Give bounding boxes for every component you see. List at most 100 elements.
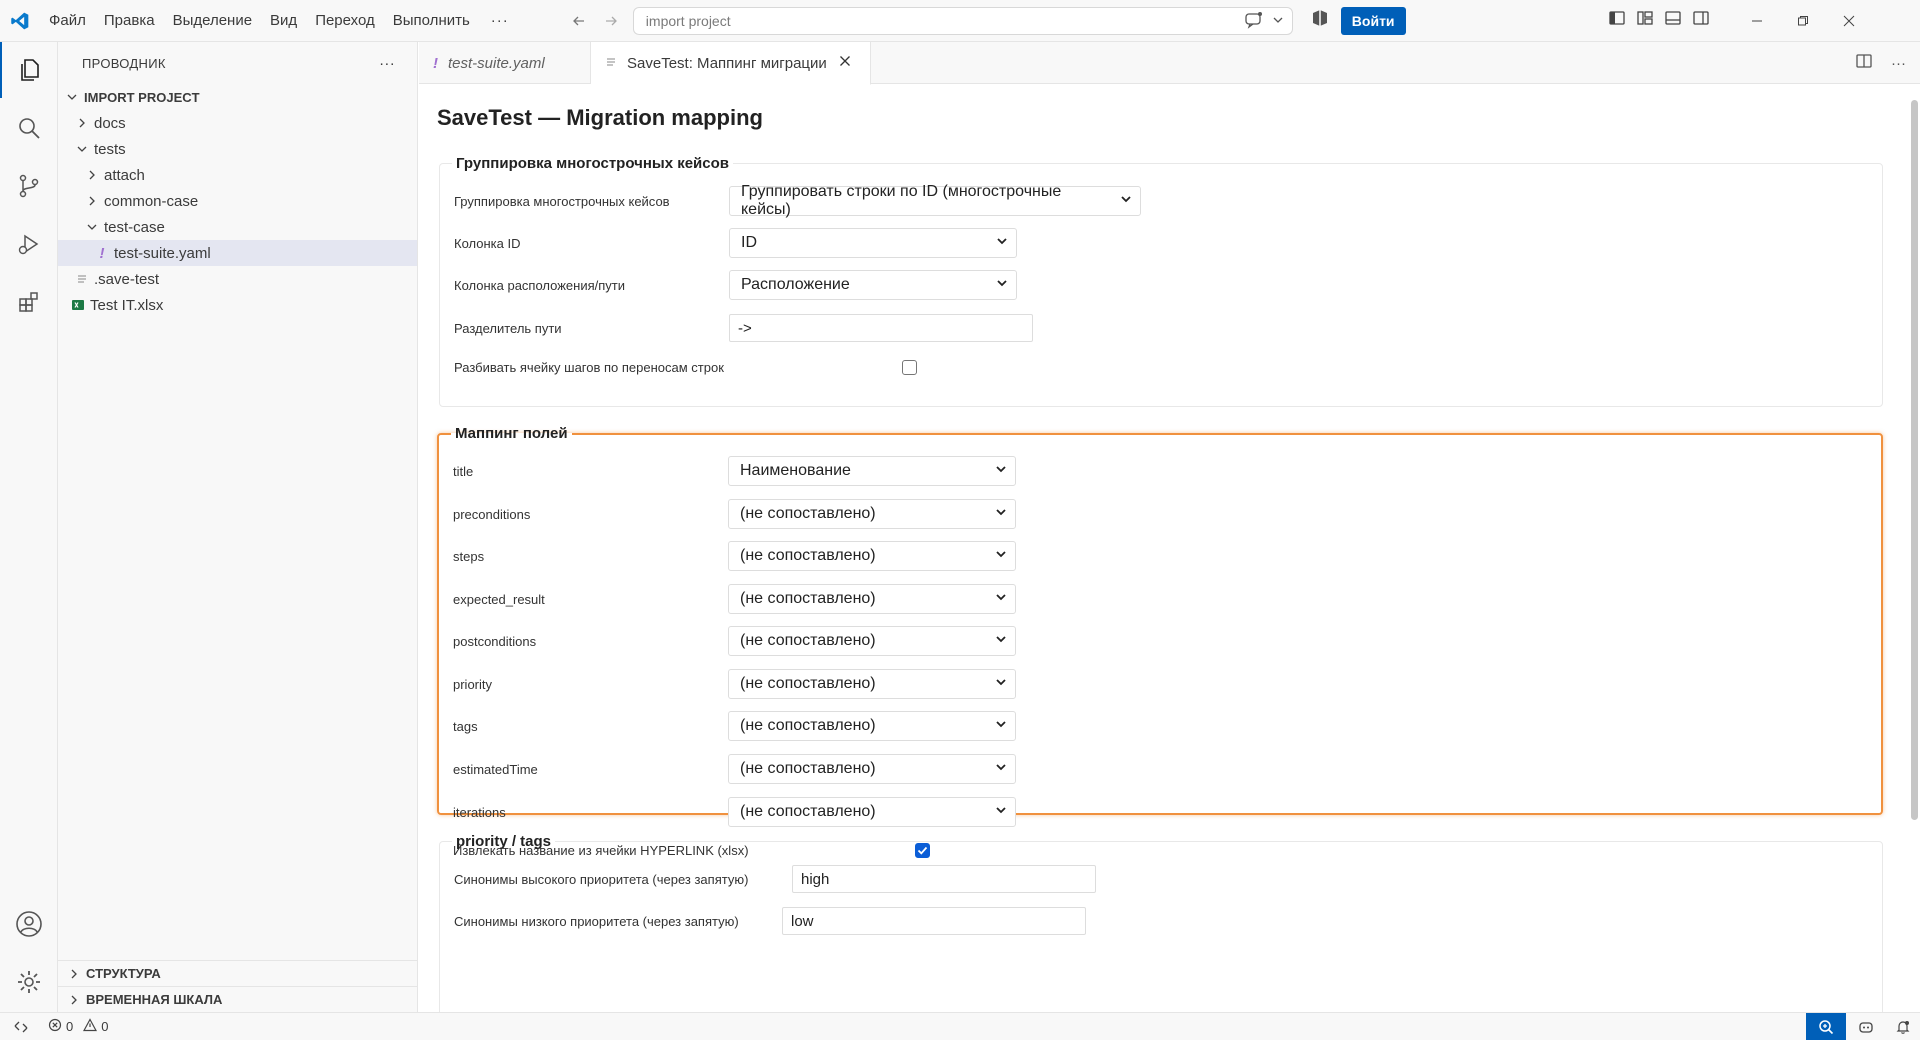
account-icon[interactable] xyxy=(0,896,58,952)
chevron-down-icon xyxy=(74,141,90,157)
restore-icon[interactable] xyxy=(1780,0,1826,42)
mapping-select-priority[interactable]: (не сопоставлено) xyxy=(728,669,1016,699)
mapping-label: estimatedTime xyxy=(453,761,538,777)
close-window-icon[interactable] xyxy=(1826,0,1872,42)
close-tab-icon[interactable] xyxy=(839,54,851,72)
yaml-file-icon: ! xyxy=(99,244,105,262)
chevron-down-icon xyxy=(1120,192,1132,210)
mapping-select-estimated-time[interactable]: (не сопоставлено) xyxy=(728,754,1016,784)
mapping-select-postconditions[interactable]: (не сопоставлено) xyxy=(728,626,1016,656)
source-control-icon[interactable] xyxy=(0,158,58,214)
command-center-text: import project xyxy=(645,12,731,29)
remote-indicator-icon[interactable] xyxy=(0,1013,42,1041)
mapping-row-preconditions: preconditions (не сопоставлено) xyxy=(453,499,1016,529)
extensions-icon[interactable] xyxy=(0,274,58,330)
tree-item-docs[interactable]: docs xyxy=(58,110,417,136)
tree-item-label: test-case xyxy=(104,218,165,236)
tree-item-attach[interactable]: attach xyxy=(58,162,417,188)
editor-more-button[interactable]: ··· xyxy=(1891,55,1906,72)
toggle-secondary-sidebar-icon[interactable] xyxy=(1692,9,1710,32)
low-priority-input[interactable]: low xyxy=(782,907,1086,935)
tree-item-label: tests xyxy=(94,140,126,158)
explorer-more-button[interactable]: ··· xyxy=(379,55,395,72)
tree-project-label: IMPORT PROJECT xyxy=(84,89,200,105)
path-column-select[interactable]: Расположение xyxy=(729,270,1017,300)
chevron-down-icon[interactable] xyxy=(1272,13,1284,29)
warning-icon xyxy=(83,1018,98,1035)
explorer-icon[interactable] xyxy=(0,42,58,98)
tree-project-root[interactable]: IMPORT PROJECT xyxy=(58,84,417,110)
copilot-status-icon[interactable] xyxy=(1846,1019,1886,1035)
mapping-select-tags[interactable]: (не сопоставлено) xyxy=(728,711,1016,741)
structure-section-header[interactable]: СТРУКТУРА xyxy=(58,960,418,986)
toggle-primary-sidebar-icon[interactable] xyxy=(1608,9,1626,32)
run-debug-icon[interactable] xyxy=(0,216,58,272)
vscode-logo-icon xyxy=(0,0,40,42)
chevron-right-icon xyxy=(84,193,100,209)
menu-run[interactable]: Выполнить xyxy=(384,0,479,42)
tree-item-common-case[interactable]: common-case xyxy=(58,188,417,214)
mapping-row-postconditions: postconditions (не сопоставлено) xyxy=(453,626,1016,656)
id-column-select[interactable]: ID xyxy=(729,228,1017,258)
mapping-select-steps[interactable]: (не сопоставлено) xyxy=(728,541,1016,571)
split-steps-label: Разбивать ячейку шагов по переносам стро… xyxy=(454,359,724,375)
chevron-down-icon xyxy=(64,89,80,105)
path-separator-input[interactable]: -> xyxy=(729,314,1033,342)
menu-go[interactable]: Переход xyxy=(306,0,384,42)
select-value: (не сопоставлено) xyxy=(740,505,876,522)
select-value: (не сопоставлено) xyxy=(740,547,876,564)
menu-view[interactable]: Вид xyxy=(261,0,306,42)
tree-item-test-suite-yaml[interactable]: ! test-suite.yaml xyxy=(58,240,417,266)
notifications-bell-icon[interactable] xyxy=(1886,1019,1920,1035)
high-priority-label: Синонимы высокого приоритета (через запя… xyxy=(454,871,749,887)
split-steps-checkbox[interactable] xyxy=(902,359,917,375)
tree-item-tests[interactable]: tests xyxy=(58,136,417,162)
high-priority-input[interactable]: high xyxy=(792,865,1096,893)
zoom-button[interactable] xyxy=(1806,1013,1846,1040)
problems-indicator[interactable]: 0 0 xyxy=(48,1018,108,1035)
tab-label: SaveTest: Маппинг миграции xyxy=(627,54,827,72)
toggle-panel-icon[interactable] xyxy=(1664,9,1682,32)
mapping-label: postconditions xyxy=(453,633,537,649)
chevron-down-icon xyxy=(995,717,1007,735)
priority-tags-legend: priority / tags xyxy=(456,833,552,850)
minimize-icon[interactable] xyxy=(1734,0,1780,42)
tree-item-test-it-xlsx[interactable]: Test IT.xlsx xyxy=(58,292,417,318)
menu-more-button[interactable]: ··· xyxy=(479,12,521,29)
mapping-label: expected_result xyxy=(453,591,545,607)
mapping-select-iterations[interactable]: (не сопоставлено) xyxy=(728,797,1016,827)
customize-layout-icon[interactable] xyxy=(1636,9,1654,32)
menu-edit[interactable]: Правка xyxy=(95,0,164,42)
chevron-down-icon xyxy=(995,760,1007,778)
mapping-select-title[interactable]: Наименование xyxy=(728,456,1016,486)
tab-label: test-suite.yaml xyxy=(448,54,545,72)
menu-selection[interactable]: Выделение xyxy=(164,0,261,42)
scrollbar-thumb[interactable] xyxy=(1911,100,1918,820)
id-column-row: Колонка ID ID xyxy=(454,228,1017,258)
tab-savetest-mapping[interactable]: SaveTest: Маппинг миграции xyxy=(591,42,871,85)
mapping-row-steps: steps (не сопоставлено) xyxy=(453,541,1016,571)
back-arrow-icon[interactable] xyxy=(567,9,591,33)
mapping-select-preconditions[interactable]: (не сопоставлено) xyxy=(728,499,1016,529)
settings-gear-icon[interactable] xyxy=(0,954,58,1010)
grouping-mode-select[interactable]: Группировать строки по ID (многострочные… xyxy=(729,183,1141,218)
path-column-label: Колонка расположения/пути xyxy=(454,277,626,293)
command-center-search[interactable]: import project xyxy=(632,6,1293,35)
copilot-chat-icon[interactable] xyxy=(1244,11,1264,32)
timeline-section-header[interactable]: ВРЕМЕННАЯ ШКАЛА xyxy=(58,986,418,1012)
select-value: (не сопоставлено) xyxy=(740,803,876,820)
menu-file[interactable]: Файл xyxy=(40,0,95,42)
accounts-logo-icon[interactable] xyxy=(1311,9,1329,32)
chevron-down-icon xyxy=(995,675,1007,693)
tree-item-save-test[interactable]: .save-test xyxy=(58,266,417,292)
login-button[interactable]: Войти xyxy=(1340,6,1406,35)
search-icon[interactable] xyxy=(0,100,58,156)
mapping-row-iterations: iterations (не сопоставлено) xyxy=(453,797,1016,827)
editor-scrollbar[interactable] xyxy=(1909,85,1920,1012)
split-editor-icon[interactable] xyxy=(1855,52,1873,75)
explorer-title: ПРОВОДНИК xyxy=(82,55,166,71)
tree-item-test-case[interactable]: test-case xyxy=(58,214,417,240)
mapping-select-expected-result[interactable]: (не сопоставлено) xyxy=(728,584,1016,614)
forward-arrow-icon[interactable] xyxy=(599,9,623,33)
tab-test-suite-yaml[interactable]: ! test-suite.yaml xyxy=(419,42,591,84)
